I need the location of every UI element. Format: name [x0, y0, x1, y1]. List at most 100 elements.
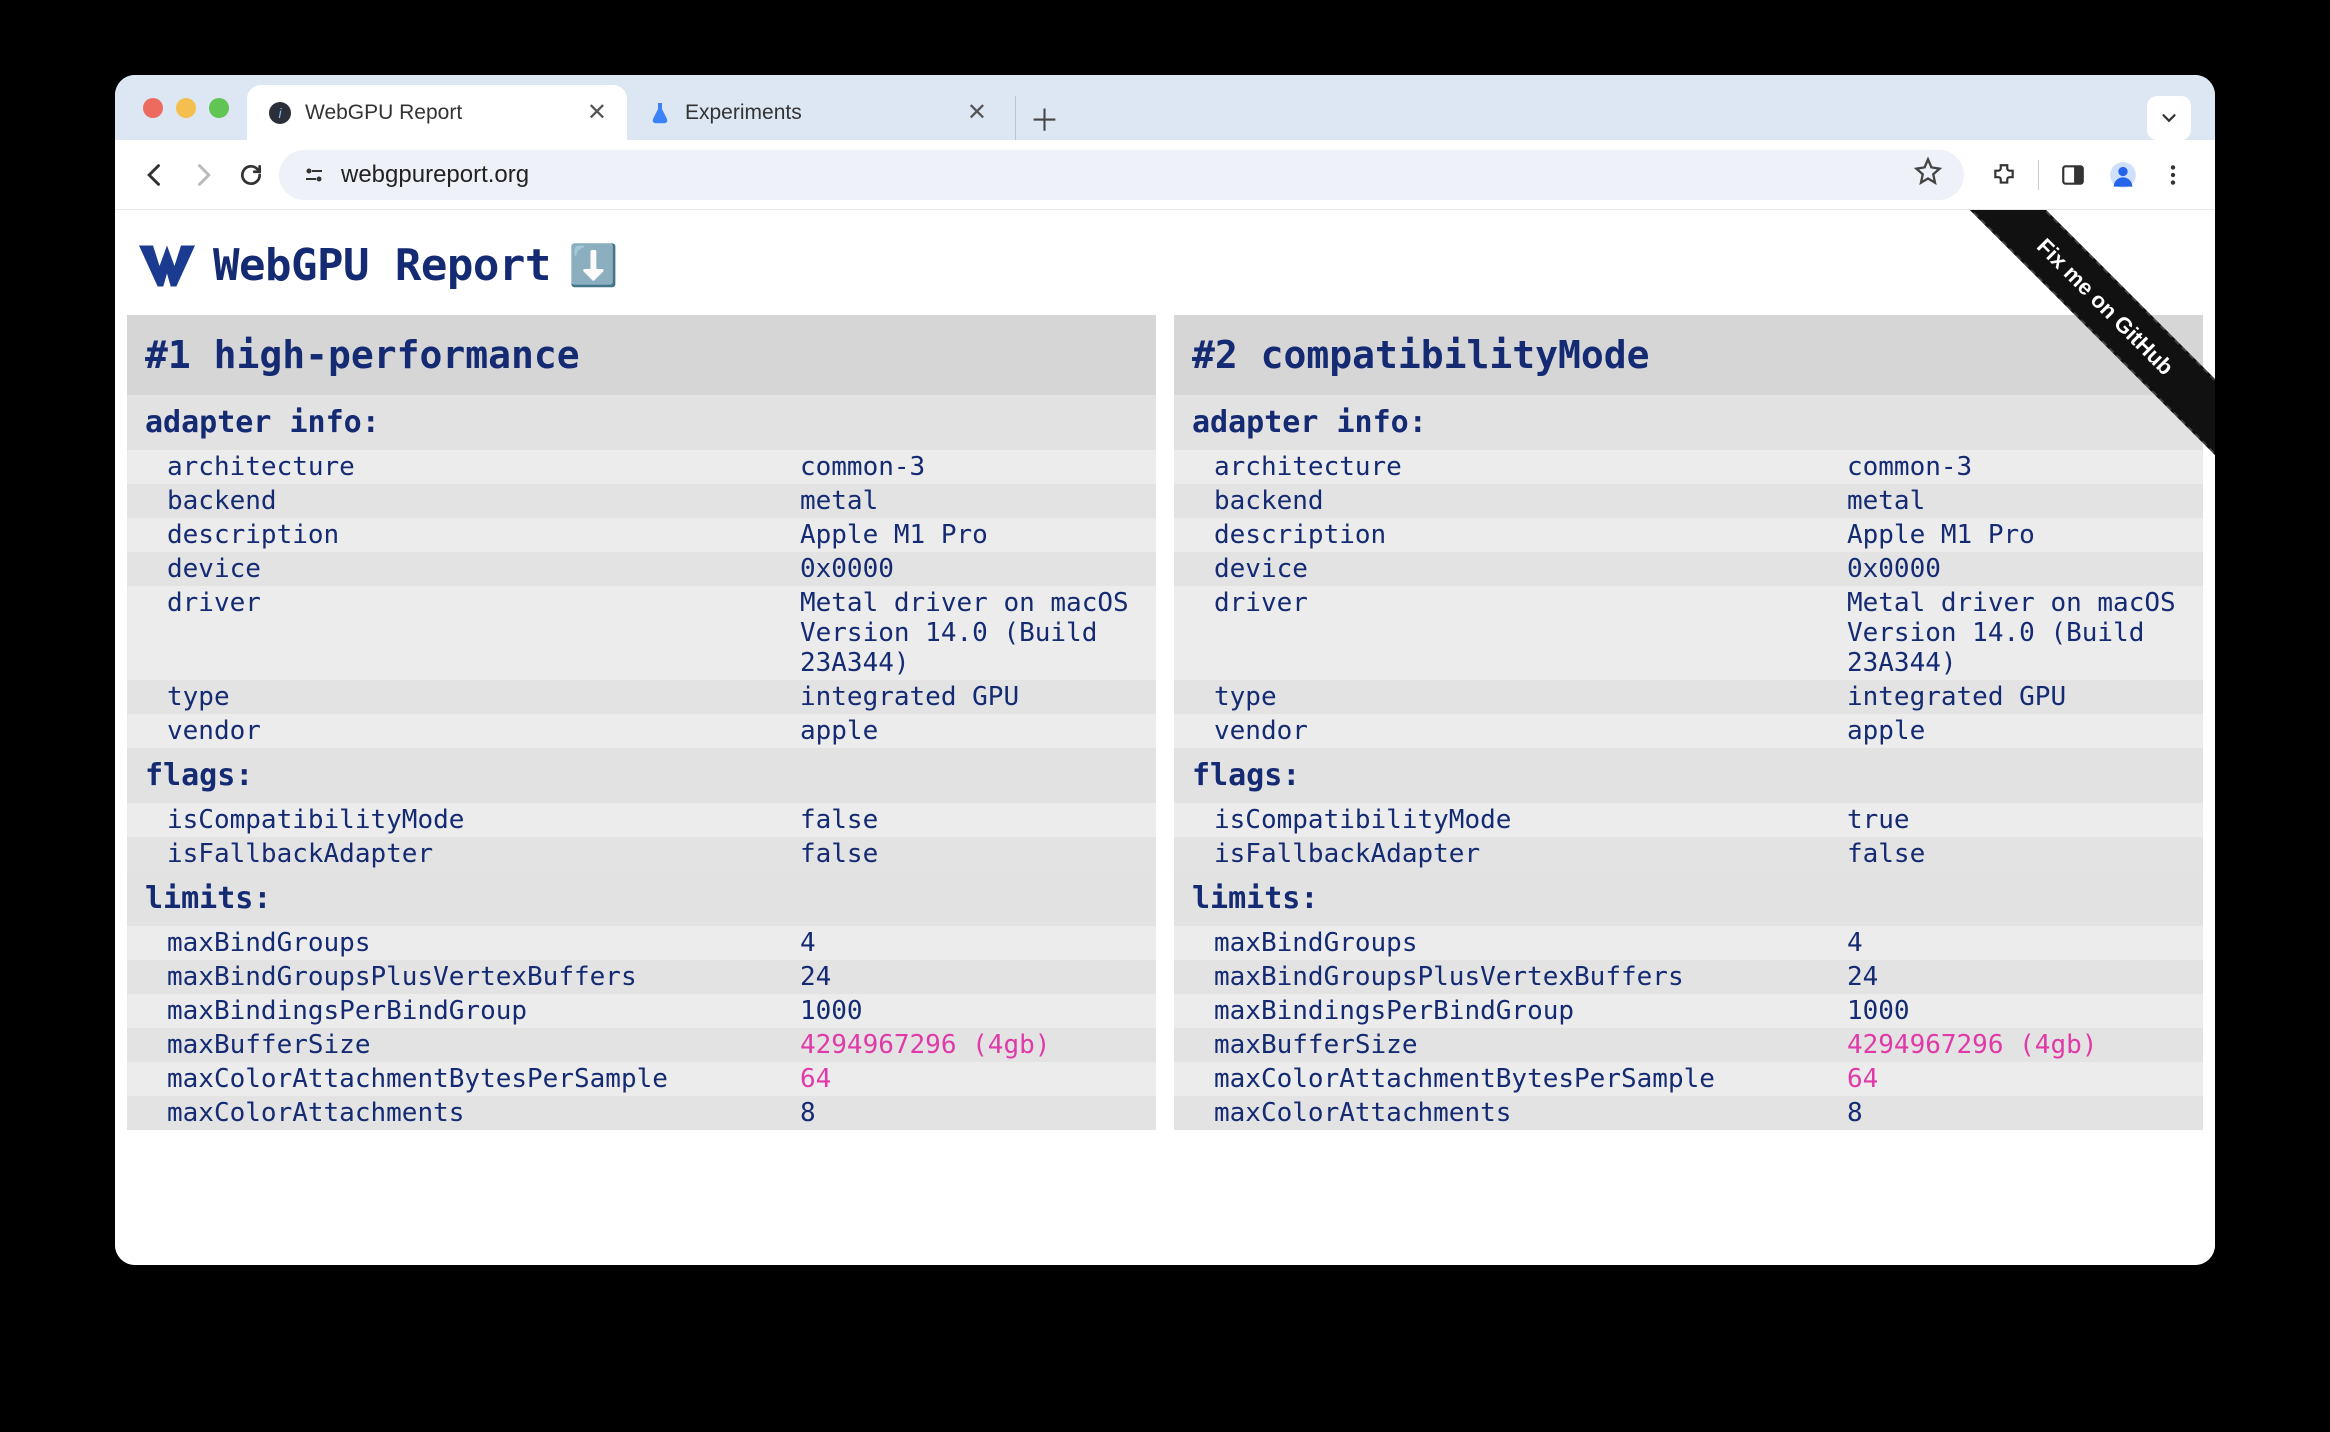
property-value: metal — [1847, 486, 2203, 516]
property-value: 4 — [1847, 928, 2203, 958]
address-bar: webgpureport.org — [115, 140, 2215, 210]
property-key: maxColorAttachments — [167, 1098, 800, 1128]
property-value: 4294967296 (4gb) — [1847, 1030, 2203, 1060]
profile-icon[interactable] — [2101, 153, 2145, 197]
minimize-window-icon[interactable] — [176, 98, 196, 118]
table-row: maxColorAttachments8 — [127, 1096, 1156, 1130]
page-header: WebGPU Report ⬇️ — [115, 210, 2215, 315]
section-heading: flags: — [127, 748, 1156, 803]
property-key: driver — [167, 588, 800, 678]
reload-button[interactable] — [231, 155, 271, 195]
property-value: apple — [800, 716, 1156, 746]
property-key: vendor — [167, 716, 800, 746]
panel: #2 compatibilityModeadapter info:archite… — [1174, 315, 2203, 1130]
table-row: maxBindGroups4 — [127, 926, 1156, 960]
star-icon[interactable] — [1914, 157, 1942, 192]
tab-overflow-button[interactable] — [2147, 96, 2191, 140]
property-value: 24 — [800, 962, 1156, 992]
table-row: backendmetal — [127, 484, 1156, 518]
table-row: descriptionApple M1 Pro — [127, 518, 1156, 552]
section-heading: limits: — [1174, 871, 2203, 926]
table-row: maxBindGroupsPlusVertexBuffers24 — [1174, 960, 2203, 994]
property-value: false — [1847, 839, 2203, 869]
panel: #1 high-performanceadapter info:architec… — [127, 315, 1156, 1130]
table-row: maxBindingsPerBindGroup1000 — [1174, 994, 2203, 1028]
close-icon[interactable]: ✕ — [967, 98, 987, 127]
table-row: maxColorAttachments8 — [1174, 1096, 2203, 1130]
table-row: maxBufferSize4294967296 (4gb) — [1174, 1028, 2203, 1062]
property-value: 4 — [800, 928, 1156, 958]
table-row: maxBindGroupsPlusVertexBuffers24 — [127, 960, 1156, 994]
property-value: metal — [800, 486, 1156, 516]
property-value: 64 — [1847, 1064, 2203, 1094]
toolbar-actions — [1972, 153, 2195, 197]
section-heading: adapter info: — [127, 395, 1156, 450]
table-row: maxBindingsPerBindGroup1000 — [127, 994, 1156, 1028]
property-key: maxColorAttachmentBytesPerSample — [167, 1064, 800, 1094]
table-row: maxColorAttachmentBytesPerSample64 — [127, 1062, 1156, 1096]
property-value: Apple M1 Pro — [1847, 520, 2203, 550]
panel-heading: #1 high-performance — [127, 315, 1156, 395]
property-value: 8 — [1847, 1098, 2203, 1128]
forward-button[interactable] — [183, 155, 223, 195]
property-key: description — [1214, 520, 1847, 550]
property-key: device — [1214, 554, 1847, 584]
divider — [2038, 160, 2039, 190]
property-key: backend — [1214, 486, 1847, 516]
table-row: vendorapple — [1174, 714, 2203, 748]
close-window-icon[interactable] — [143, 98, 163, 118]
page-title: WebGPU Report — [213, 240, 551, 291]
tab-experiments[interactable]: Experiments ✕ — [627, 85, 1007, 140]
property-key: isFallbackAdapter — [167, 839, 800, 869]
titlebar: i WebGPU Report ✕ Experiments ✕ ＋ — [115, 75, 2215, 140]
favicon-icon: i — [267, 100, 293, 126]
table-row: maxBindGroups4 — [1174, 926, 2203, 960]
table-row: device0x0000 — [1174, 552, 2203, 586]
new-tab-button[interactable]: ＋ — [1015, 96, 1059, 140]
table-row: maxColorAttachmentBytesPerSample64 — [1174, 1062, 2203, 1096]
property-key: architecture — [167, 452, 800, 482]
favicon-icon — [647, 100, 673, 126]
property-key: backend — [167, 486, 800, 516]
property-key: isFallbackAdapter — [1214, 839, 1847, 869]
section-rows: maxBindGroups4maxBindGroupsPlusVertexBuf… — [127, 926, 1156, 1130]
tab-title: Experiments — [685, 101, 802, 125]
property-value: 64 — [800, 1064, 1156, 1094]
tab-title: WebGPU Report — [305, 101, 462, 125]
property-key: maxBindGroups — [1214, 928, 1847, 958]
site-settings-icon[interactable] — [301, 162, 327, 188]
maximize-window-icon[interactable] — [209, 98, 229, 118]
panel-heading: #2 compatibilityMode — [1174, 315, 2203, 395]
property-value: 1000 — [800, 996, 1156, 1026]
property-key: maxBindGroupsPlusVertexBuffers — [1214, 962, 1847, 992]
table-row: typeintegrated GPU — [1174, 680, 2203, 714]
property-value: 24 — [1847, 962, 2203, 992]
extensions-icon[interactable] — [1982, 153, 2026, 197]
property-value: apple — [1847, 716, 2203, 746]
property-value: false — [800, 839, 1156, 869]
tab-webgpu-report[interactable]: i WebGPU Report ✕ — [247, 85, 627, 140]
table-row: descriptionApple M1 Pro — [1174, 518, 2203, 552]
table-row: driverMetal driver on macOS Version 14.0… — [1174, 586, 2203, 680]
download-icon[interactable]: ⬇️ — [569, 242, 619, 289]
menu-icon[interactable] — [2151, 153, 2195, 197]
back-button[interactable] — [135, 155, 175, 195]
table-row: device0x0000 — [127, 552, 1156, 586]
url-input[interactable]: webgpureport.org — [279, 150, 1964, 200]
property-key: maxBindGroups — [167, 928, 800, 958]
property-key: architecture — [1214, 452, 1847, 482]
browser-window: i WebGPU Report ✕ Experiments ✕ ＋ — [115, 75, 2215, 1265]
table-row: architecturecommon-3 — [1174, 450, 2203, 484]
table-row: driverMetal driver on macOS Version 14.0… — [127, 586, 1156, 680]
sidepanel-icon[interactable] — [2051, 153, 2095, 197]
tab-strip: i WebGPU Report ✕ Experiments ✕ ＋ — [247, 75, 2205, 140]
webgpu-logo-icon — [139, 244, 195, 288]
close-icon[interactable]: ✕ — [587, 98, 607, 127]
url-text: webgpureport.org — [341, 161, 529, 189]
property-key: type — [1214, 682, 1847, 712]
property-key: maxColorAttachmentBytesPerSample — [1214, 1064, 1847, 1094]
property-value: 4294967296 (4gb) — [800, 1030, 1156, 1060]
property-value: common-3 — [1847, 452, 2203, 482]
property-key: isCompatibilityMode — [1214, 805, 1847, 835]
table-row: isCompatibilityModefalse — [127, 803, 1156, 837]
